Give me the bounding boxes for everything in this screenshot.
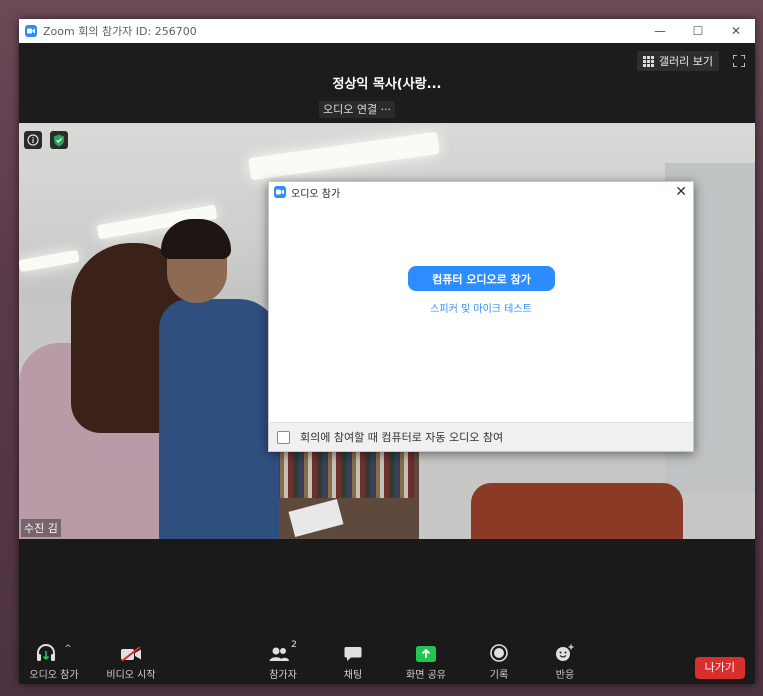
reactions-icon — [556, 644, 574, 661]
zoom-app-icon — [25, 25, 37, 37]
maximize-button[interactable]: ☐ — [679, 19, 717, 43]
start-video-label: 비디오 시작 — [106, 670, 156, 681]
test-speaker-mic-link[interactable]: 스피커 및 마이크 테스트 — [269, 300, 693, 315]
chat-label: 채팅 — [343, 670, 363, 681]
chat-button[interactable]: 채팅 — [338, 636, 368, 684]
record-label: 기록 — [489, 670, 509, 681]
join-audio-label: 오디오 참가 — [29, 670, 79, 681]
window-titlebar: Zoom 회의 참가자 ID: 256700 — ☐ ✕ — [19, 19, 755, 43]
person-man-body — [159, 299, 279, 539]
meeting-info-icon[interactable] — [24, 131, 42, 149]
participants-icon — [269, 647, 290, 661]
auto-join-audio-checkbox[interactable] — [277, 430, 290, 444]
join-computer-audio-button[interactable]: 컴퓨터 오디오로 참가 — [408, 266, 555, 291]
dialog-title: 오디오 참가 — [291, 188, 341, 200]
share-screen-icon — [416, 646, 436, 662]
window-title: Zoom 회의 참가자 ID: 256700 — [43, 25, 197, 38]
gallery-view-label: 갤러리 보기 — [658, 55, 713, 68]
share-screen-button[interactable]: 화면 공유 — [401, 636, 451, 684]
dialog-titlebar: 오디오 참가 ✕ — [269, 182, 693, 202]
participants-button[interactable]: 2 참가자 — [263, 636, 303, 684]
audio-connection-status[interactable]: 오디오 연결 ··· — [319, 101, 396, 118]
participants-label: 참가자 — [269, 670, 297, 681]
meeting-toolbar: ^ 오디오 참가 비디오 시작 2 참가자 채팅 화면 공유 기록 반응 나가기 — [19, 636, 755, 684]
video-books — [274, 448, 414, 498]
record-icon — [490, 644, 508, 662]
video-off-icon — [121, 646, 141, 662]
start-video-button[interactable]: 비디오 시작 — [103, 636, 159, 684]
zoom-app-icon — [274, 186, 286, 198]
top-speaker-strip: 갤러리 보기 정상익 목사(사랑... 오디오 연결 ··· — [19, 43, 755, 123]
audio-options-chevron-icon[interactable]: ^ — [64, 644, 72, 654]
auto-join-audio-label[interactable]: 회의에 참여할 때 컴퓨터로 자동 오디오 참여 — [300, 429, 503, 445]
reactions-label: 반응 — [555, 670, 575, 681]
close-window-button[interactable]: ✕ — [717, 19, 755, 43]
zoom-window: Zoom 회의 참가자 ID: 256700 — ☐ ✕ 갤러리 보기 정상익 … — [19, 19, 755, 684]
video-chair — [471, 483, 683, 539]
window-controls: — ☐ ✕ — [641, 19, 755, 43]
dialog-footer: 회의에 참여할 때 컴퓨터로 자동 오디오 참여 — [269, 422, 693, 451]
leave-meeting-button[interactable]: 나가기 — [694, 657, 745, 679]
minimize-button[interactable]: — — [641, 19, 679, 43]
headphones-icon — [37, 644, 56, 661]
record-button[interactable]: 기록 — [484, 636, 514, 684]
close-icon[interactable]: ✕ — [675, 184, 687, 200]
fullscreen-icon[interactable] — [733, 55, 745, 67]
share-screen-label: 화면 공유 — [406, 670, 446, 681]
reactions-button[interactable]: 반응 — [549, 636, 581, 684]
participants-count: 2 — [291, 640, 297, 650]
chat-icon — [344, 647, 362, 661]
security-shield-icon[interactable] — [50, 131, 68, 149]
join-audio-dialog: 오디오 참가 ✕ 컴퓨터 오디오로 참가 스피커 및 마이크 테스트 회의에 참… — [268, 181, 694, 452]
video-bottom-area — [19, 539, 755, 636]
gallery-grid-icon — [642, 55, 654, 67]
active-speaker-name: 정상익 목사(사랑... — [332, 77, 442, 92]
participant-name-tag: 수진 김 — [21, 519, 61, 537]
join-audio-button[interactable]: ^ 오디오 참가 — [27, 636, 81, 684]
gallery-view-button[interactable]: 갤러리 보기 — [636, 51, 719, 71]
